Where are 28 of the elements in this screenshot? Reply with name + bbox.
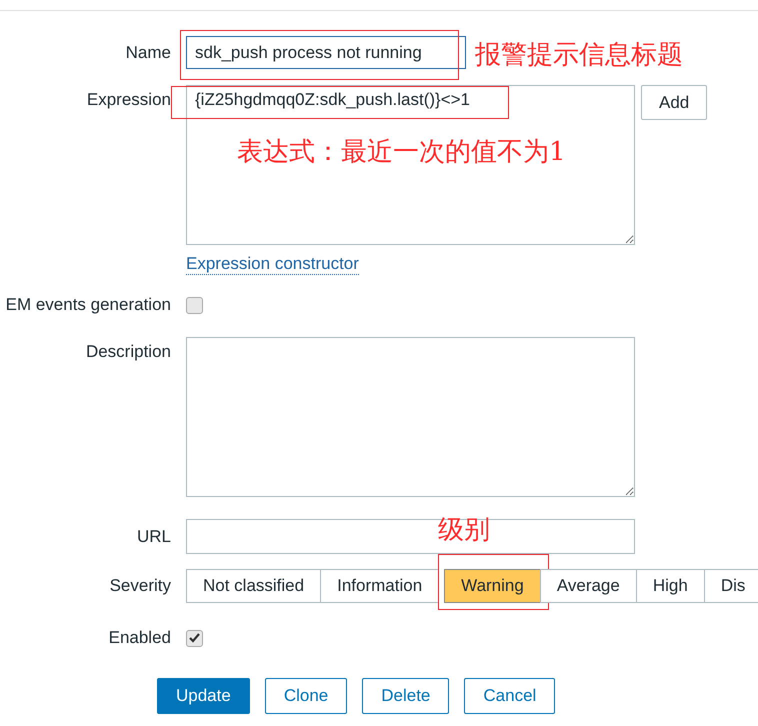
field-label: Expression — [86, 89, 171, 110]
field-label: Name — [124, 42, 171, 62]
annotation-text: 表达式：最近一次的值不为1 — [237, 139, 566, 165]
url-field[interactable] — [186, 519, 635, 554]
field-label: URL — [136, 526, 171, 546]
severity-option[interactable]: Warning — [444, 569, 541, 603]
field-label: EM events generation — [4, 295, 171, 315]
add-button[interactable]: Add — [641, 85, 708, 120]
field-label: Severity — [108, 576, 171, 596]
description-field[interactable] — [186, 337, 635, 497]
annotation-text: 报警提示信息标题 — [475, 42, 683, 68]
annotation-text: 级别 — [438, 517, 490, 543]
severity-option[interactable]: Dis — [704, 569, 758, 603]
severity-option[interactable]: High — [636, 569, 705, 603]
form-button[interactable]: Cancel — [464, 678, 556, 714]
field-label: Enabled — [108, 628, 171, 648]
form-button[interactable]: Delete — [362, 678, 450, 714]
severity-option[interactable]: Information — [320, 569, 440, 603]
name-field[interactable]: sdk_push process not running — [186, 36, 466, 69]
checkbox[interactable] — [186, 630, 203, 646]
expression-constructor-link[interactable]: Expression constructor — [186, 254, 359, 275]
severity-option[interactable]: Average — [540, 569, 637, 603]
checkbox[interactable] — [186, 296, 203, 314]
form-button[interactable]: Update — [157, 678, 250, 714]
field-label: Description — [84, 341, 171, 362]
form-button[interactable]: Clone — [264, 678, 348, 714]
severity-option[interactable]: Not classified — [186, 569, 322, 603]
checkmark-icon — [189, 633, 200, 643]
